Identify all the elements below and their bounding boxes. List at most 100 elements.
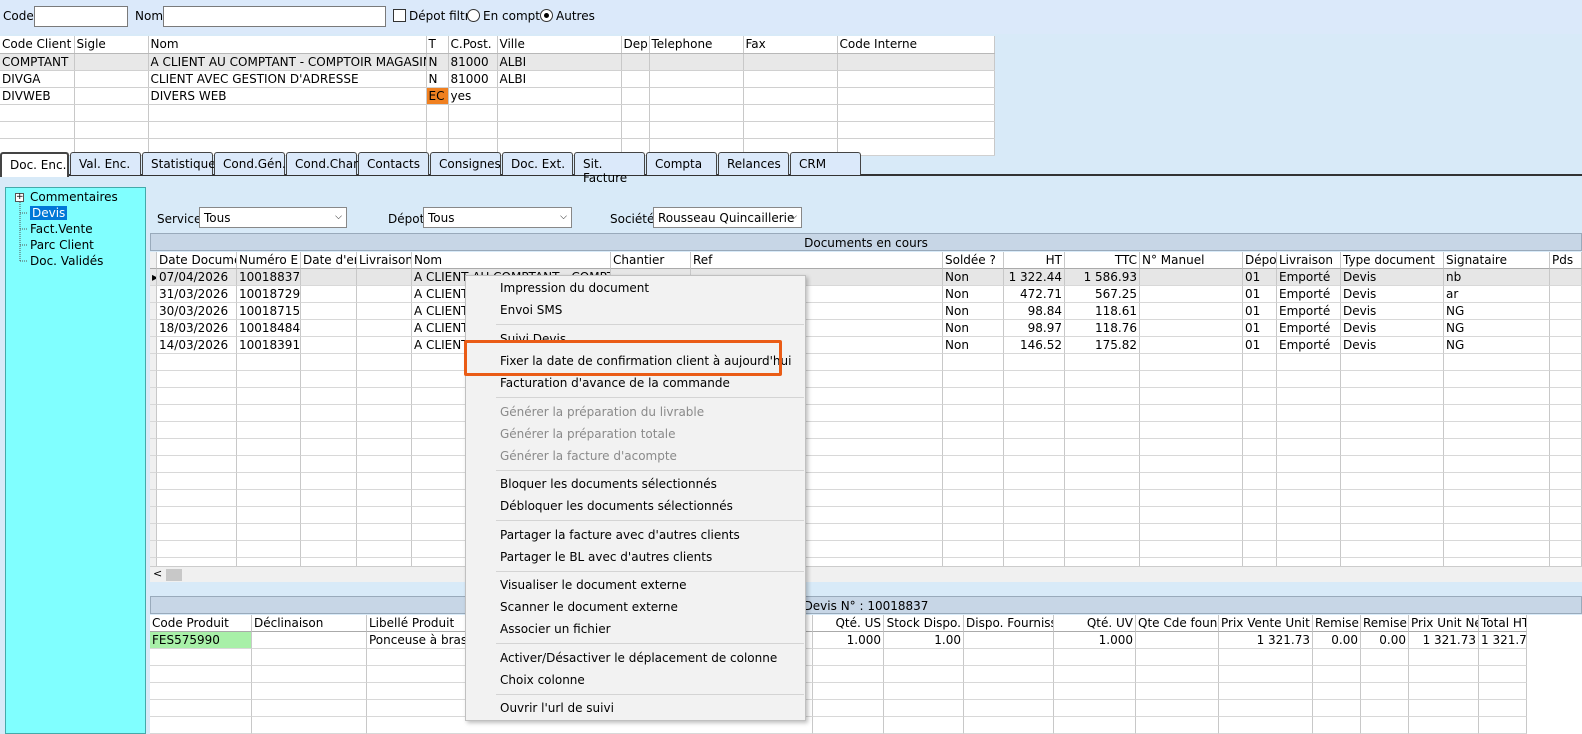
col-header[interactable]: Livraison (357, 252, 412, 269)
menu-item-envoi-sms[interactable]: Envoi SMS (500, 303, 562, 317)
col-header[interactable]: Nom (148, 36, 427, 54)
row-selector[interactable] (150, 473, 157, 490)
row-selector[interactable] (150, 541, 157, 558)
tab-sit-facture[interactable]: Sit. Facture (574, 152, 645, 185)
tree-item-doc-valides[interactable]: Doc. Validés (30, 254, 103, 268)
table-row[interactable]: COMPTANT A CLIENT AU COMPTANT - COMPTOIR … (0, 53, 995, 71)
tab-cond-chan[interactable]: Cond.Chan (286, 152, 361, 175)
col-header[interactable]: Déclinaison (252, 615, 367, 632)
tab-cond-gen[interactable]: Cond.Gén. (214, 152, 286, 175)
autres-radio[interactable] (540, 9, 553, 25)
row-selector[interactable] (150, 320, 157, 337)
scroll-thumb[interactable] (166, 569, 182, 581)
menu-item-ouvrir-url-suivi[interactable]: Ouvrir l'url de suivi (500, 701, 614, 715)
row-selector[interactable]: ▸ (150, 269, 157, 286)
col-header[interactable]: Signataire (1444, 252, 1550, 269)
row-selector[interactable] (150, 303, 157, 320)
row-selector[interactable] (150, 456, 157, 473)
col-header[interactable]: Numéro E (237, 252, 301, 269)
service-select[interactable]: Tous ⌵ (199, 207, 347, 228)
tab-doc-ext[interactable]: Doc. Ext. (502, 152, 573, 175)
row-selector[interactable] (150, 490, 157, 507)
col-header[interactable]: Date d'env (301, 252, 357, 269)
row-selector[interactable] (150, 286, 157, 303)
col-header[interactable]: Stock Dispo. (884, 615, 964, 632)
col-header[interactable]: Sigle (74, 36, 149, 54)
table-row[interactable]: DIVGA CLIENT AVEC GESTION D'ADRESSE N 81000… (0, 70, 995, 88)
col-header[interactable]: Total HT (1479, 615, 1527, 632)
menu-item-debloquer[interactable]: Débloquer les documents sélectionnés (500, 499, 733, 513)
row-selector[interactable] (150, 524, 157, 541)
col-header[interactable]: Ville (497, 36, 622, 54)
en-compte-radio[interactable] (467, 9, 480, 25)
col-header[interactable]: Prix Vente Unit Brut (1219, 615, 1313, 632)
col-header[interactable]: Ref (691, 252, 943, 269)
menu-item-choix-colonne[interactable]: Choix colonne (500, 673, 585, 687)
scroll-left-icon[interactable]: < (153, 567, 162, 580)
col-header[interactable]: C.Post. (448, 36, 498, 54)
menu-item-facturation-avance[interactable]: Facturation d'avance de la commande (500, 376, 730, 390)
tree-item-fact-vente[interactable]: Fact.Vente (30, 222, 93, 236)
tab-compta[interactable]: Compta (646, 152, 717, 175)
tree-item-devis[interactable]: Devis (30, 206, 68, 220)
menu-item-deplacement-colonne[interactable]: Activer/Désactiver le déplacement de col… (500, 651, 777, 665)
menu-item-generer-preparation-livrable[interactable]: Générer la préparation du livrable (500, 405, 704, 419)
col-header[interactable]: Pds (1550, 252, 1582, 269)
table-row[interactable]: DIVWEB DIVERS WEB EC yes (0, 87, 995, 105)
col-header[interactable]: Dispo. Fournisseur (964, 615, 1054, 632)
row-selector[interactable] (150, 405, 157, 422)
menu-item-generer-facture-acompte[interactable]: Générer la facture d'acompte (500, 449, 677, 463)
col-header[interactable]: Qté. US (813, 615, 884, 632)
menu-item-impression[interactable]: Impression du document (500, 281, 649, 295)
col-header[interactable]: N° Manuel (1140, 252, 1243, 269)
menu-item-generer-preparation-totale[interactable]: Générer la préparation totale (500, 427, 676, 441)
menu-item-partager-facture[interactable]: Partager la facture avec d'autres client… (500, 528, 740, 542)
menu-item-scanner-externe[interactable]: Scanner le document externe (500, 600, 678, 614)
tab-statistiques[interactable]: Statistiques (142, 152, 222, 175)
row-selector[interactable] (150, 558, 157, 566)
nom-input[interactable] (163, 6, 386, 27)
tab-val-enc[interactable]: Val. Enc. (70, 152, 141, 175)
tab-contacts[interactable]: Contacts (358, 152, 429, 175)
col-header[interactable]: T (426, 36, 449, 54)
horizontal-scrollbar[interactable]: < (150, 566, 1582, 582)
tab-crm[interactable]: CRM (790, 152, 861, 175)
col-header[interactable]: Qté. UV (1054, 615, 1136, 632)
row-selector[interactable] (150, 354, 157, 371)
col-header[interactable]: Code Interne (837, 36, 995, 54)
tree-item-commentaires[interactable]: Commentaires (30, 190, 118, 204)
col-header[interactable]: Dépot (1243, 252, 1277, 269)
menu-item-bloquer[interactable]: Bloquer les documents sélectionnés (500, 477, 717, 491)
col-header[interactable]: Prix Unit Net (1409, 615, 1479, 632)
menu-item-associer-fichier[interactable]: Associer un fichier (500, 622, 611, 636)
col-header[interactable]: Code Client (0, 36, 75, 54)
tab-relances[interactable]: Relances (718, 152, 789, 175)
col-header[interactable]: Fax (743, 36, 838, 54)
row-selector[interactable] (150, 388, 157, 405)
col-header[interactable]: Type document (1341, 252, 1444, 269)
row-selector[interactable] (150, 422, 157, 439)
expand-icon[interactable]: + (15, 193, 24, 202)
col-header[interactable]: Chantier (611, 252, 691, 269)
col-header[interactable]: Livraison (1277, 252, 1341, 269)
menu-item-visualiser-externe[interactable]: Visualiser le document externe (500, 578, 687, 592)
col-header[interactable]: TTC (1065, 252, 1140, 269)
depot-filtre-checkbox[interactable] (393, 9, 406, 25)
col-header[interactable]: Remise 1 (1313, 615, 1361, 632)
col-header[interactable]: HT (1004, 252, 1065, 269)
societe-select[interactable]: Rousseau Quincaillerie ⌵ (653, 207, 802, 228)
depot-select[interactable]: Tous ⌵ (423, 207, 572, 228)
tab-consignes[interactable]: Consignes (430, 152, 501, 175)
col-header[interactable]: Soldée ? (943, 252, 1004, 269)
col-header[interactable]: Dep. (621, 36, 650, 54)
col-header[interactable]: Telephone (649, 36, 744, 54)
menu-item-partager-bl[interactable]: Partager le BL avec d'autres clients (500, 550, 712, 564)
col-header[interactable]: Nom (412, 252, 611, 269)
code-input[interactable] (34, 6, 128, 27)
tab-doc-enc[interactable]: Doc. Enc. (0, 152, 69, 177)
col-header[interactable]: Remise 2 (1361, 615, 1409, 632)
col-header[interactable]: Qte Cde foun. (1136, 615, 1219, 632)
row-selector[interactable] (150, 439, 157, 456)
col-header[interactable]: Date Docume (157, 252, 237, 269)
col-header[interactable]: Code Produit (150, 615, 252, 632)
